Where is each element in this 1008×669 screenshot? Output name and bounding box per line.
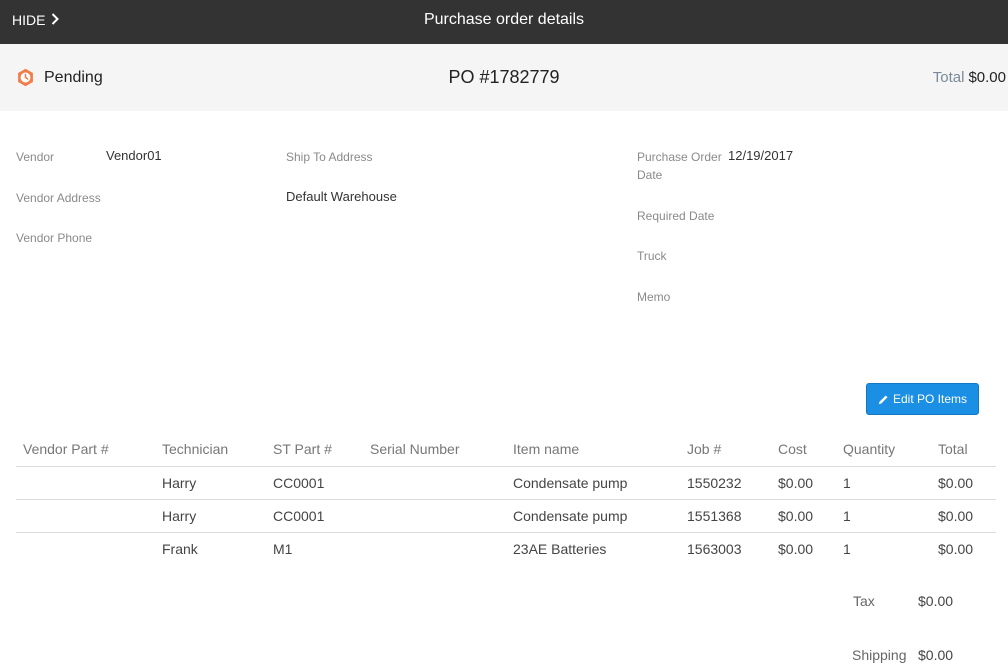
panel-title: Purchase order details [423, 11, 585, 28]
cell-total: $0.00 [938, 499, 996, 533]
col-vendor-part[interactable]: Vendor Part # [16, 433, 162, 467]
shipping-label: Shipping [852, 647, 907, 663]
cell-st-part: M1 [273, 540, 293, 557]
required-date-label: Required Date [637, 209, 715, 223]
table-header-row: Vendor Part # Technician ST Part # Seria… [16, 433, 996, 467]
cell-job: 1551368 [687, 499, 778, 533]
tax-label: Tax [853, 593, 875, 609]
vendor-phone-label: Vendor Phone [16, 231, 93, 245]
status-indicator: Pending [16, 68, 103, 87]
vendor-label: Vendor [16, 150, 55, 164]
cell-job: 1550232 [687, 466, 778, 500]
cell-total: $0.00 [938, 466, 996, 500]
pencil-icon [878, 394, 888, 404]
col-cost[interactable]: Cost [778, 433, 843, 467]
edit-po-items-button[interactable]: Edit PO Items [866, 383, 979, 415]
status-text: Pending [44, 68, 103, 86]
memo-label: Memo [637, 290, 671, 304]
clock-icon [18, 68, 33, 87]
cell-serial-number [370, 499, 513, 533]
cell-cost: $0.00 [778, 540, 814, 557]
edit-po-items-label: Edit PO Items [892, 392, 968, 406]
cell-technician: Harry [162, 499, 273, 533]
cell-quantity: 1 [843, 499, 938, 533]
col-item-name[interactable]: Item name [513, 433, 687, 467]
cell-technician: Harry [162, 466, 273, 500]
tax-value: $0.00 [918, 593, 954, 609]
table-row[interactable]: Harry CC0001 Condensate pump 1551368 $0.… [16, 499, 996, 533]
col-total[interactable]: Total [938, 433, 996, 467]
table-row[interactable]: Harry CC0001 Condensate pump 1550232 $0.… [16, 466, 996, 500]
col-serial-number[interactable]: Serial Number [370, 433, 513, 467]
col-st-part[interactable]: ST Part # [273, 433, 370, 467]
vendor-value: Vendor01 [106, 148, 162, 163]
cell-item-name: 23AE Batteries [513, 540, 607, 557]
col-quantity[interactable]: Quantity [843, 433, 938, 467]
cell-item-name: Condensate pump [513, 466, 687, 500]
table-row[interactable]: Frank M1 23AE Batteries 1563003 $0.00 1 … [16, 532, 996, 565]
truck-label: Truck [637, 249, 667, 263]
col-technician[interactable]: Technician [162, 433, 273, 467]
top-bar: HIDE Purchase order details [0, 0, 1008, 44]
col-job[interactable]: Job # [687, 433, 778, 467]
cell-item-name: Condensate pump [513, 499, 687, 533]
ship-to-value: Default Warehouse [286, 189, 397, 204]
total-value: $0.00 [968, 69, 1006, 86]
po-items-table: Vendor Part # Technician ST Part # Seria… [16, 433, 996, 565]
vendor-address-label: Vendor Address [16, 191, 101, 205]
po-date-value: 12/19/2017 [728, 148, 794, 163]
cell-st-part: CC0001 [273, 466, 370, 500]
cell-serial-number [370, 466, 513, 500]
status-bar: Pending PO #1782779 Total $0.00 [0, 44, 1008, 111]
cell-technician: Frank [162, 540, 198, 557]
cell-quantity: 1 [843, 540, 851, 557]
cell-vendor-part [16, 466, 162, 500]
cell-total: $0.00 [938, 540, 974, 557]
po-date-label-line2: Date [637, 168, 663, 182]
shipping-value: $0.00 [918, 647, 954, 663]
total-label: Total [932, 69, 965, 86]
cell-job: 1563003 [687, 540, 742, 557]
cell-serial-number [370, 532, 513, 565]
total-summary: Total $0.00 [933, 69, 1006, 86]
po-date-label: Purchase Order [637, 150, 722, 164]
cell-vendor-part [16, 532, 162, 565]
cell-cost: $0.00 [778, 499, 843, 533]
po-number: PO #1782779 [448, 67, 560, 87]
cell-st-part: CC0001 [273, 499, 370, 533]
ship-to-label: Ship To Address [286, 150, 373, 164]
cell-quantity: 1 [843, 466, 938, 500]
cell-vendor-part [16, 499, 162, 533]
cell-cost: $0.00 [778, 466, 843, 500]
